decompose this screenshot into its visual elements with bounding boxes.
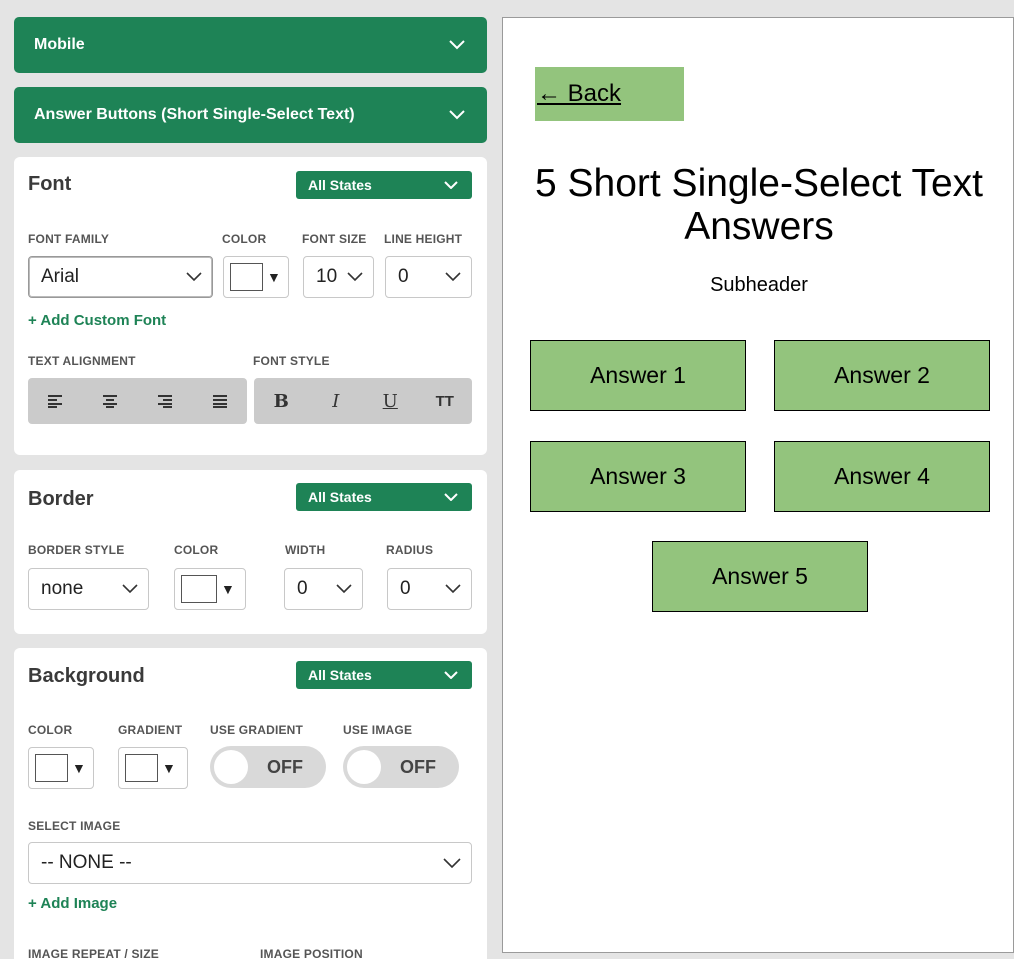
chevron-down-icon (449, 40, 465, 50)
use-image-label: USE IMAGE (343, 723, 413, 737)
align-right-icon[interactable] (145, 386, 185, 416)
chevron-down-icon (444, 181, 458, 189)
caret-down-icon: ▼ (162, 760, 176, 776)
gradient-label: GRADIENT (118, 723, 183, 737)
font-states-label: All States (308, 177, 372, 193)
font-color-label: COLOR (222, 232, 267, 246)
toggle-knob (214, 750, 248, 784)
caret-down-icon: ▼ (267, 269, 281, 285)
font-size-select[interactable]: 10 (303, 256, 374, 298)
font-card: Font All States FONT FAMILY COLOR FONT S… (14, 157, 487, 455)
use-image-toggle[interactable]: OFF (343, 746, 459, 788)
chevron-down-icon (186, 272, 202, 282)
use-gradient-label: USE GRADIENT (210, 723, 304, 737)
border-radius-select[interactable]: 0 (387, 568, 472, 610)
border-width-label: WIDTH (285, 543, 326, 557)
answer-button-2[interactable]: Answer 2 (774, 340, 990, 411)
border-color-label: COLOR (174, 543, 219, 557)
text-alignment-label: TEXT ALIGNMENT (28, 354, 136, 368)
back-button[interactable]: ← Back (535, 67, 684, 121)
border-style-value: none (41, 578, 84, 599)
font-family-value: Arial (41, 266, 80, 287)
caret-down-icon: ▼ (72, 760, 86, 776)
font-color-swatch (230, 263, 263, 291)
text-alignment-group (28, 378, 247, 424)
align-justify-icon[interactable] (200, 386, 240, 416)
background-color-picker[interactable]: ▼ (28, 747, 94, 789)
border-width-value: 0 (297, 578, 308, 599)
background-color-swatch (35, 754, 68, 782)
background-card: Background All States COLOR GRADIENT USE… (14, 648, 487, 959)
line-height-label: LINE HEIGHT (384, 232, 463, 246)
accordion-answer-buttons-label: Answer Buttons (Short Single-Select Text… (34, 106, 355, 123)
caret-down-icon: ▼ (221, 581, 235, 597)
mobile-preview: ← Back 5 Short Single-Select Text Answer… (502, 17, 1014, 953)
font-family-label: FONT FAMILY (28, 232, 110, 246)
chevron-down-icon (122, 584, 138, 594)
background-section-title: Background (28, 665, 145, 687)
font-size-value: 10 (316, 266, 338, 287)
line-height-value: 0 (398, 266, 409, 287)
use-image-state: OFF (400, 756, 436, 777)
border-radius-value: 0 (400, 578, 411, 599)
answer-button-1[interactable]: Answer 1 (530, 340, 746, 411)
add-image-link[interactable]: + Add Image (28, 895, 117, 912)
chevron-down-icon (443, 858, 461, 868)
image-repeat-label: IMAGE REPEAT / SIZE (28, 947, 159, 959)
border-section-title: Border (28, 488, 94, 510)
font-style-group: B I U TT (254, 378, 472, 424)
border-states-label: All States (308, 489, 372, 505)
toggle-knob (347, 750, 381, 784)
bold-button[interactable]: B (261, 386, 301, 416)
add-custom-font-link[interactable]: + Add Custom Font (28, 312, 166, 329)
border-color-swatch (181, 575, 217, 603)
chevron-down-icon (444, 671, 458, 679)
chevron-down-icon (445, 584, 461, 594)
chevron-down-icon (347, 272, 363, 282)
border-style-label: BORDER STYLE (28, 543, 125, 557)
underline-button[interactable]: U (370, 386, 410, 416)
font-family-select[interactable]: Arial (28, 256, 213, 298)
italic-button[interactable]: I (316, 386, 356, 416)
background-states-dropdown[interactable]: All States (296, 661, 472, 689)
border-radius-label: RADIUS (386, 543, 434, 557)
align-left-icon[interactable] (35, 386, 75, 416)
chevron-down-icon (444, 493, 458, 501)
gradient-color-swatch (125, 754, 158, 782)
font-style-label: FONT STYLE (253, 354, 330, 368)
image-position-label: IMAGE POSITION (260, 947, 363, 959)
border-states-dropdown[interactable]: All States (296, 483, 472, 511)
accordion-mobile-label: Mobile (34, 36, 85, 53)
gradient-color-picker[interactable]: ▼ (118, 747, 188, 789)
font-size-label: FONT SIZE (302, 232, 367, 246)
answer-button-3[interactable]: Answer 3 (530, 441, 746, 512)
border-width-select[interactable]: 0 (284, 568, 363, 610)
border-card: Border All States BORDER STYLE COLOR WID… (14, 470, 487, 634)
select-image-label: SELECT IMAGE (28, 819, 121, 833)
answer-button-4[interactable]: Answer 4 (774, 441, 990, 512)
background-states-label: All States (308, 667, 372, 683)
answer-button-5[interactable]: Answer 5 (652, 541, 868, 612)
preview-subheader: Subheader (710, 274, 808, 296)
border-color-picker[interactable]: ▼ (174, 568, 246, 610)
use-gradient-state: OFF (267, 756, 303, 777)
chevron-down-icon (449, 110, 465, 120)
background-color-label: COLOR (28, 723, 73, 737)
font-states-dropdown[interactable]: All States (296, 171, 472, 199)
selected-image-value: -- NONE -- (41, 852, 132, 873)
accordion-answer-buttons[interactable]: Answer Buttons (Short Single-Select Text… (14, 87, 487, 143)
accordion-mobile[interactable]: Mobile (14, 17, 487, 73)
uppercase-button[interactable]: TT (425, 386, 465, 416)
font-color-picker[interactable]: ▼ (223, 256, 289, 298)
preview-title: 5 Short Single-Select Text Answers (534, 162, 984, 248)
line-height-select[interactable]: 0 (385, 256, 472, 298)
align-center-icon[interactable] (90, 386, 130, 416)
chevron-down-icon (445, 272, 461, 282)
use-gradient-toggle[interactable]: OFF (210, 746, 326, 788)
chevron-down-icon (336, 584, 352, 594)
font-section-title: Font (28, 173, 72, 195)
border-style-select[interactable]: none (28, 568, 149, 610)
select-image-dropdown[interactable]: -- NONE -- (28, 842, 472, 884)
